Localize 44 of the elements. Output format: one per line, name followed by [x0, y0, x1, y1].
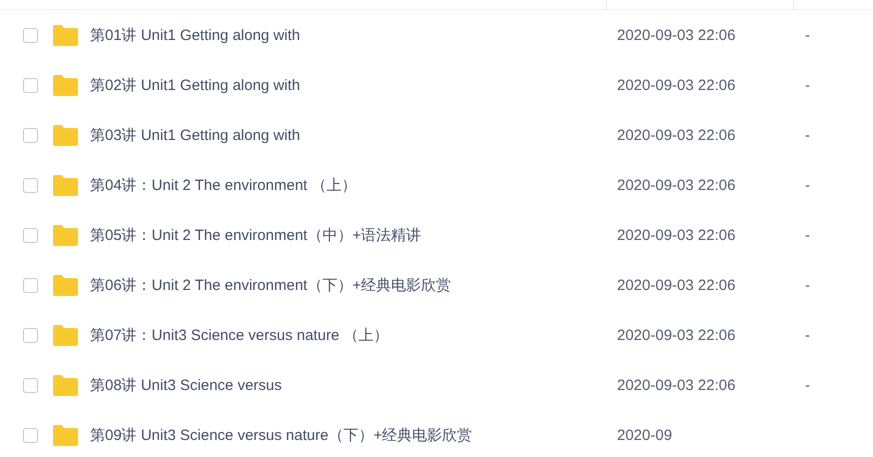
checkbox[interactable] [23, 278, 38, 292]
modified-date: 2020-09-03 22:06 [617, 126, 736, 144]
folder-icon [53, 174, 78, 196]
folder-icon [53, 324, 78, 346]
checkbox[interactable] [23, 378, 38, 392]
folder-icon [53, 124, 78, 146]
modified-date: 2020-09-03 22:06 [617, 326, 736, 344]
modified-date: 2020-09-03 22:06 [617, 26, 736, 44]
file-size: - [805, 376, 810, 394]
checkbox[interactable] [23, 78, 38, 92]
file-size: - [805, 176, 810, 194]
checkbox[interactable] [23, 228, 38, 242]
folder-icon [53, 374, 78, 396]
file-size: - [805, 26, 810, 44]
modified-date: 2020-09-03 22:06 [617, 376, 736, 394]
modified-date: 2020-09-03 22:06 [617, 176, 736, 194]
folder-name[interactable]: 第07讲：Unit3 Science versus nature （上） [90, 326, 388, 344]
checkbox[interactable] [23, 428, 38, 442]
checkbox[interactable] [23, 328, 38, 342]
folder-name[interactable]: 第06讲：Unit 2 The environment（下）+经典电影欣赏 [90, 276, 452, 294]
file-size: - [805, 326, 810, 344]
folder-name[interactable]: 第03讲 Unit1 Getting along with [90, 126, 300, 144]
folder-icon [53, 424, 78, 446]
folder-icon [53, 74, 78, 96]
folder-icon [53, 274, 78, 296]
folder-icon [53, 224, 78, 246]
file-size: - [805, 276, 810, 294]
folder-icon [53, 24, 78, 46]
folder-name[interactable]: 第02讲 Unit1 Getting along with [90, 76, 300, 94]
folder-name[interactable]: 第01讲 Unit1 Getting along with [90, 26, 300, 44]
folder-name[interactable]: 第05讲：Unit 2 The environment（中）+语法精讲 [90, 226, 422, 244]
modified-date: 2020-09-03 22:06 [617, 226, 736, 244]
file-size: - [805, 126, 810, 144]
folder-name[interactable]: 第08讲 Unit3 Science versus [90, 376, 282, 394]
folder-name[interactable]: 第09讲 Unit3 Science versus nature（下）+经典电影欣赏 [90, 426, 472, 444]
file-size: - [805, 76, 810, 94]
checkbox[interactable] [23, 128, 38, 142]
file-size: - [805, 226, 810, 244]
checkbox[interactable] [23, 178, 38, 192]
modified-date: 2020-09-03 22:06 [617, 276, 736, 294]
folder-name[interactable]: 第04讲：Unit 2 The environment （上） [90, 176, 356, 194]
modified-date: 2020-09 [617, 426, 672, 444]
modified-date: 2020-09-03 22:06 [617, 76, 736, 94]
checkbox[interactable] [23, 28, 38, 42]
